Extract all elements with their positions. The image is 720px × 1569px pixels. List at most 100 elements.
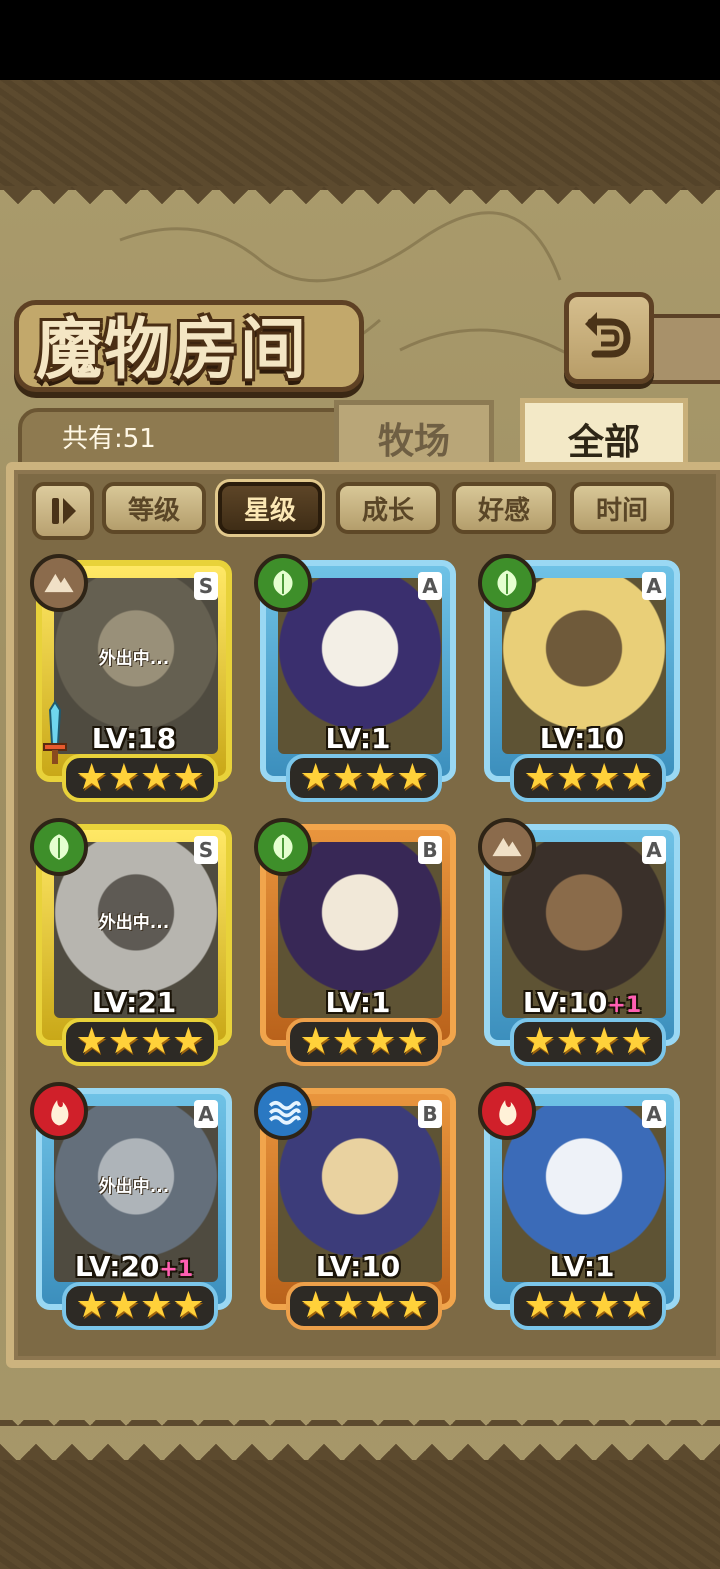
level-bonus: +1 <box>159 1257 194 1282</box>
leaf-element-icon <box>254 554 312 612</box>
back-button[interactable] <box>564 292 654 384</box>
away-status: 外出中... <box>98 1177 170 1197</box>
level-label: LV:1 <box>325 722 391 755</box>
away-status: 外出中... <box>98 649 170 669</box>
map-background-bottom <box>0 1460 720 1569</box>
earth-element-icon <box>478 818 536 876</box>
star-rating: ★ ★ ★ ★ <box>510 754 666 802</box>
star-icon: ★ <box>396 757 429 798</box>
star-icon: ★ <box>107 757 140 798</box>
star-icon: ★ <box>140 1021 173 1062</box>
star-icon: ★ <box>620 1285 653 1326</box>
level-bonus: +1 <box>607 993 642 1018</box>
leaf-element-icon <box>478 554 536 612</box>
page-title: 魔物房间 <box>36 310 308 388</box>
star-icon: ★ <box>75 1285 108 1326</box>
star-rating: ★ ★ ★ ★ <box>286 754 442 802</box>
rank-badge: A <box>642 836 666 864</box>
star-icon: ★ <box>588 1285 621 1326</box>
level-label: LV:1 <box>325 986 391 1019</box>
star-icon: ★ <box>331 1021 364 1062</box>
star-icon: ★ <box>555 757 588 798</box>
star-icon: ★ <box>299 757 332 798</box>
star-icon: ★ <box>107 1021 140 1062</box>
star-icon: ★ <box>588 1021 621 1062</box>
rank-badge: A <box>642 1100 666 1128</box>
rank-badge: B <box>418 1100 442 1128</box>
star-icon: ★ <box>75 757 108 798</box>
away-status: 外出中... <box>98 913 170 933</box>
rank-badge: S <box>194 572 218 600</box>
level-label: LV:18 <box>91 722 177 755</box>
sort-level-button[interactable]: 等级 <box>102 482 206 534</box>
star-rating: ★ ★ ★ ★ <box>62 754 218 802</box>
star-icon: ★ <box>172 757 205 798</box>
sort-affection-button[interactable]: 好感 <box>452 482 556 534</box>
level-label: LV:10+1 <box>522 986 642 1019</box>
leaf-element-icon <box>254 818 312 876</box>
monster-card[interactable]: A LV:10+1 ★ ★ ★ ★ <box>478 818 688 1066</box>
level-label: LV:10 <box>539 722 625 755</box>
star-icon: ★ <box>172 1021 205 1062</box>
star-icon: ★ <box>364 1285 397 1326</box>
star-icon: ★ <box>107 1285 140 1326</box>
monster-card[interactable]: A LV:10 ★ ★ ★ ★ <box>478 554 688 802</box>
level-label: LV:21 <box>91 986 177 1019</box>
star-icon: ★ <box>396 1285 429 1326</box>
level-label: LV:20+1 <box>74 1250 194 1283</box>
star-icon: ★ <box>555 1285 588 1326</box>
star-icon: ★ <box>299 1021 332 1062</box>
star-icon: ★ <box>523 1021 556 1062</box>
rank-badge: S <box>194 836 218 864</box>
star-icon: ★ <box>299 1285 332 1326</box>
sort-star-button[interactable]: 星级 <box>218 482 322 534</box>
monster-card[interactable]: S 外出中... LV:18 ★ ★ ★ ★ <box>30 554 240 802</box>
star-icon: ★ <box>555 1021 588 1062</box>
monster-card[interactable]: S 外出中... LV:21 ★ ★ ★ ★ <box>30 818 240 1066</box>
star-icon: ★ <box>140 757 173 798</box>
monster-card[interactable]: A 外出中... LV:20+1 ★ ★ ★ ★ <box>30 1082 240 1330</box>
star-icon: ★ <box>588 757 621 798</box>
filter-icon <box>52 498 76 524</box>
torn-edge-bottom <box>0 1420 720 1462</box>
rank-badge: B <box>418 836 442 864</box>
back-arrow-icon <box>585 312 631 358</box>
rank-badge: A <box>642 572 666 600</box>
earth-element-icon <box>30 554 88 612</box>
level-label: LV:10 <box>315 1250 401 1283</box>
star-icon: ★ <box>620 1021 653 1062</box>
star-icon: ★ <box>396 1021 429 1062</box>
star-icon: ★ <box>140 1285 173 1326</box>
leaf-element-icon <box>30 818 88 876</box>
monster-card[interactable]: A LV:1 ★ ★ ★ ★ <box>254 554 464 802</box>
star-icon: ★ <box>523 1285 556 1326</box>
star-rating: ★ ★ ★ ★ <box>510 1282 666 1330</box>
star-rating: ★ ★ ★ ★ <box>286 1018 442 1066</box>
fire-element-icon <box>30 1082 88 1140</box>
star-rating: ★ ★ ★ ★ <box>62 1018 218 1066</box>
star-icon: ★ <box>75 1021 108 1062</box>
sort-time-button[interactable]: 时间 <box>570 482 674 534</box>
monster-card[interactable]: A LV:1 ★ ★ ★ ★ <box>478 1082 688 1330</box>
star-icon: ★ <box>364 1021 397 1062</box>
level-label: LV:1 <box>549 1250 615 1283</box>
rank-badge: A <box>418 572 442 600</box>
monster-count: 共有:51 <box>62 424 156 454</box>
star-icon: ★ <box>364 757 397 798</box>
status-bar <box>0 0 720 80</box>
star-icon: ★ <box>172 1285 205 1326</box>
filter-toggle-button[interactable] <box>32 482 94 540</box>
star-icon: ★ <box>523 757 556 798</box>
sort-growth-button[interactable]: 成长 <box>336 482 440 534</box>
map-background-top <box>0 80 720 190</box>
water-element-icon <box>254 1082 312 1140</box>
star-icon: ★ <box>331 1285 364 1326</box>
star-rating: ★ ★ ★ ★ <box>286 1282 442 1330</box>
monster-card[interactable]: B LV:10 ★ ★ ★ ★ <box>254 1082 464 1330</box>
star-rating: ★ ★ ★ ★ <box>510 1018 666 1066</box>
star-icon: ★ <box>331 757 364 798</box>
star-icon: ★ <box>620 757 653 798</box>
rank-badge: A <box>194 1100 218 1128</box>
monster-card[interactable]: B LV:1 ★ ★ ★ ★ <box>254 818 464 1066</box>
star-rating: ★ ★ ★ ★ <box>62 1282 218 1330</box>
